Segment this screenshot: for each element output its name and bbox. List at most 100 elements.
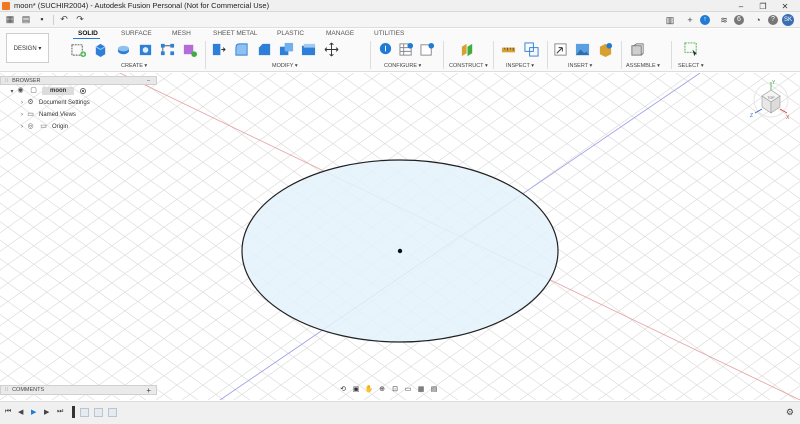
timeline-settings-gear-icon[interactable]: ⚙ <box>786 407 794 418</box>
play-icon[interactable]: ▶ <box>31 408 36 416</box>
modify-menu[interactable]: MODIFY ▾ <box>272 63 298 69</box>
view-cube[interactable]: TOP Y Z X <box>748 78 792 122</box>
expand-arrow-icon[interactable]: › <box>18 100 26 106</box>
fit-icon[interactable]: ⊡ <box>390 385 400 393</box>
expand-arrow-icon[interactable]: ▾ <box>8 88 16 95</box>
sketch-center-point[interactable] <box>397 248 403 254</box>
configure-table-icon[interactable] <box>399 42 414 57</box>
browser-header[interactable]: ⁞⁞ BROWSER – <box>0 76 157 85</box>
panel-grip-icon[interactable]: ⁞⁞ <box>5 78 8 84</box>
help-icon[interactable]: ? <box>768 15 778 25</box>
press-pull-icon[interactable] <box>211 42 226 57</box>
timeline-feature[interactable] <box>80 408 89 417</box>
expand-arrow-icon[interactable]: › <box>18 124 26 130</box>
minimize-button[interactable]: – <box>730 2 752 11</box>
view-cube-face-label[interactable]: TOP <box>767 96 775 100</box>
measure-icon[interactable] <box>501 42 516 57</box>
create-menu[interactable]: CREATE ▾ <box>121 63 147 69</box>
file-menu-icon[interactable]: ▤ <box>20 14 32 25</box>
maximize-button[interactable]: ❐ <box>752 2 774 11</box>
undo-icon[interactable]: ↶ <box>58 14 70 25</box>
grid-line <box>701 329 800 400</box>
tab-sheet-metal[interactable]: SHEET METAL <box>213 30 258 37</box>
tab-mesh[interactable]: MESH <box>172 30 191 37</box>
zoom-icon[interactable]: ⊕ <box>377 385 387 393</box>
grid-line <box>727 348 800 400</box>
insert-canvas-icon[interactable] <box>575 42 590 57</box>
tab-surface[interactable]: SURFACE <box>121 30 152 37</box>
panel-grip-icon[interactable]: ⁞⁞ <box>5 387 8 393</box>
close-button[interactable]: ✕ <box>774 2 796 11</box>
display-settings-icon[interactable]: ▭ <box>403 385 413 393</box>
go-to-start-icon[interactable]: ⏮ <box>5 408 11 416</box>
new-component-icon[interactable] <box>630 42 645 57</box>
step-back-icon[interactable]: ◀ <box>18 408 23 416</box>
move-copy-icon[interactable] <box>324 42 339 57</box>
expand-arrow-icon[interactable]: › <box>18 112 26 118</box>
tree-item-document-settings[interactable]: › ⚙ Document Settings <box>0 97 157 109</box>
viewports-icon[interactable]: ▤ <box>429 385 439 393</box>
timeline-feature[interactable] <box>108 408 117 417</box>
construct-menu[interactable]: CONSTRUCT ▾ <box>449 63 488 69</box>
go-to-end-icon[interactable]: ⏭ <box>57 408 63 416</box>
select-menu[interactable]: SELECT ▾ <box>678 63 704 69</box>
look-at-icon[interactable]: ▣ <box>351 385 361 393</box>
insert-derive-icon[interactable] <box>553 42 568 57</box>
insert-mcmaster-icon[interactable] <box>598 42 613 57</box>
root-component-label[interactable]: moon <box>42 87 75 95</box>
pattern-icon[interactable] <box>160 42 175 57</box>
configure-rule-icon[interactable] <box>420 42 435 57</box>
chamfer-icon[interactable] <box>257 42 272 57</box>
tree-item-origin[interactable]: › ◎ ▭ Origin <box>0 121 157 133</box>
hidden-eye-icon[interactable]: ◎ <box>26 123 35 131</box>
title-bar: moon* (SUCHIR2004) - Autodesk Fusion Per… <box>0 0 800 12</box>
timeline-marker[interactable] <box>72 406 75 418</box>
interference-icon[interactable] <box>524 42 539 57</box>
offset-plane-icon[interactable] <box>460 42 475 57</box>
save-icon[interactable]: ▪ <box>36 14 48 25</box>
assemble-menu[interactable]: ASSEMBLE ▾ <box>626 63 660 69</box>
add-comment-button[interactable]: + <box>146 386 151 395</box>
pan-hand-icon[interactable]: ✋ <box>364 385 374 393</box>
inspect-menu[interactable]: INSPECT ▾ <box>506 63 534 69</box>
user-avatar[interactable]: SK <box>782 14 794 26</box>
insert-menu[interactable]: INSERT ▾ <box>568 63 592 69</box>
create-sketch-icon[interactable] <box>71 42 86 57</box>
configure-menu[interactable]: CONFIGURE ▾ <box>384 63 421 69</box>
document-icon: ▢ <box>30 87 37 94</box>
select-icon[interactable] <box>684 42 699 57</box>
data-panel-icon[interactable]: ▦ <box>4 14 16 25</box>
tab-solid[interactable]: SOLID <box>78 30 98 37</box>
combine-icon[interactable] <box>279 42 294 57</box>
notifications-icon[interactable]: 6 <box>734 15 744 25</box>
configure-icon[interactable] <box>378 42 393 57</box>
collapse-browser-button[interactable]: – <box>147 78 150 84</box>
active-radio-icon[interactable] <box>80 88 87 94</box>
timeline-feature[interactable] <box>94 408 103 417</box>
orbit-icon[interactable]: ⟲ <box>338 385 348 393</box>
active-tab-underline <box>73 38 100 39</box>
extensions-icon[interactable]: ↑ <box>700 15 710 25</box>
hole-icon[interactable] <box>138 42 153 57</box>
visibility-eye-icon[interactable]: ◉ <box>16 87 25 95</box>
shell-icon[interactable] <box>301 42 316 57</box>
file-tab-icon[interactable]: ▥ <box>664 15 676 26</box>
step-forward-icon[interactable]: ▶ <box>44 408 49 416</box>
folder-icon: ▭ <box>40 123 47 130</box>
tab-utilities[interactable]: UTILITIES <box>374 30 404 37</box>
revolve-icon[interactable] <box>116 42 131 57</box>
create-form-icon[interactable] <box>182 42 197 57</box>
tree-item-root[interactable]: ▾ ◉ ▢ moon <box>0 85 157 97</box>
tab-manage[interactable]: MANAGE <box>326 30 354 37</box>
redo-icon[interactable]: ↷ <box>74 14 86 25</box>
tab-plastic[interactable]: PLASTIC <box>277 30 304 37</box>
workspace-switcher[interactable]: DESIGN ▾ <box>6 33 49 63</box>
extrude-icon[interactable] <box>93 42 108 57</box>
comments-panel[interactable]: ⁞⁞ COMMENTS + <box>0 385 157 395</box>
connectivity-icon[interactable]: ≋ <box>718 15 730 26</box>
tree-item-named-views[interactable]: › ▭ Named Views <box>0 109 157 121</box>
clock-icon[interactable]: ◔ <box>752 15 764 26</box>
grid-settings-icon[interactable]: ▦ <box>416 385 426 393</box>
fillet-icon[interactable] <box>234 42 249 57</box>
new-tab-icon[interactable]: + <box>684 15 696 26</box>
